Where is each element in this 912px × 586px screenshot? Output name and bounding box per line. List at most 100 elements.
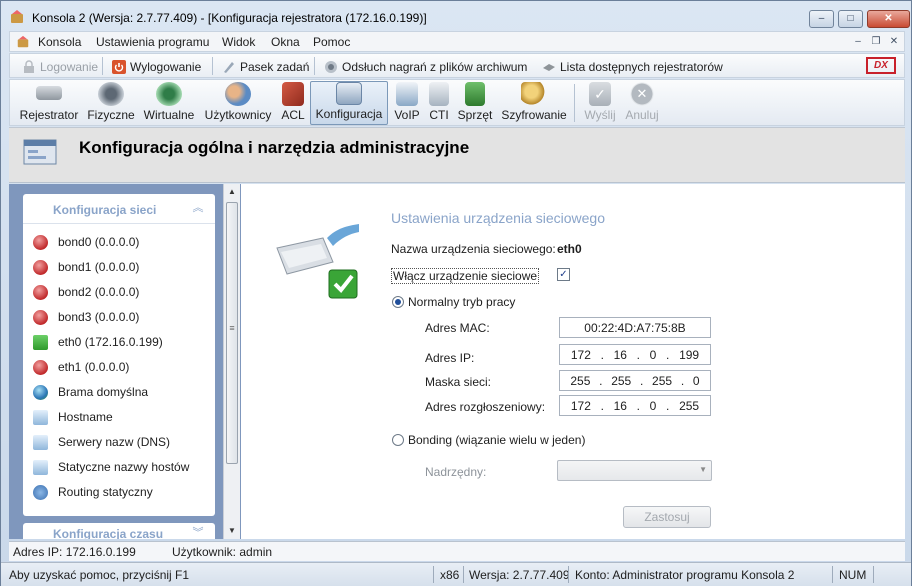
recorder-list-label: Lista dostępnych rejestratorów <box>560 59 723 74</box>
tab-sprzet-label: Sprzęt <box>457 108 493 122</box>
status-separator <box>463 566 464 583</box>
mdi-minimize-button[interactable]: – <box>850 35 866 49</box>
sidebar-item-static-hosts[interactable]: Statyczne nazwy hostów <box>33 457 189 477</box>
tab-konfiguracja[interactable]: Konfiguracja <box>310 81 388 125</box>
close-button[interactable]: ✕ <box>867 10 910 28</box>
tab-sprzet[interactable]: Sprzęt <box>454 81 496 125</box>
tab-konfiguracja-label: Konfiguracja <box>315 107 383 121</box>
mdi-close-button[interactable]: ✕ <box>886 35 902 49</box>
panel-title: Konfiguracja sieci <box>53 203 157 217</box>
tab-voip[interactable]: VoIP <box>390 81 424 125</box>
sidebar-item-static-routing[interactable]: Routing statyczny <box>33 482 153 502</box>
document-icon <box>33 409 48 425</box>
apply-button[interactable]: Zastosuj <box>623 506 711 528</box>
cancel-icon: ✕ <box>630 82 654 106</box>
scroll-down-arrow[interactable]: ▼ <box>224 523 240 539</box>
enable-device-checkbox[interactable]: ✓ <box>557 268 570 281</box>
sidebar: Konfiguracja sieci ︽ bond0 (0.0.0.0) bon… <box>9 184 241 539</box>
mac-value: 00:22:4D:A7:75:8B <box>584 320 686 335</box>
cancel-button[interactable]: ✕ Anuluj <box>622 81 662 125</box>
scroll-up-arrow[interactable]: ▲ <box>224 184 240 200</box>
master-select[interactable]: ▼ <box>557 460 712 481</box>
broadcast-octet: 255 <box>679 398 700 413</box>
ok-icon <box>33 334 48 350</box>
enable-device-label[interactable]: Włącz urządzenie sieciowe <box>391 268 540 284</box>
mask-field[interactable]: 255. 255. 255. 0 <box>559 370 711 391</box>
tab-wirtualne[interactable]: Wirtualne <box>138 81 200 125</box>
menu-ustawienia-programu[interactable]: Ustawienia programu <box>96 35 209 49</box>
mac-field[interactable]: 00:22:4D:A7:75:8B <box>559 317 711 338</box>
taskbar-button[interactable]: Pasek zadań <box>222 58 309 75</box>
tab-cti[interactable]: CTI <box>424 81 454 125</box>
status-version: Wersja: 2.7.77.409 <box>469 568 570 582</box>
toolbar-main: Rejestrator Fizyczne Wirtualne Użytkowni… <box>9 79 905 126</box>
ip-field[interactable]: 172. 16. 0. 199 <box>559 344 711 365</box>
status-bar: Aby uzyskać pomoc, przyciśnij F1 x86 Wer… <box>1 562 911 586</box>
config-icon <box>336 82 362 105</box>
mask-octet: 255 <box>652 373 673 388</box>
ip-label: Adres IP: <box>425 351 475 365</box>
sidebar-scrollbar[interactable]: ▲ ≡ ▼ <box>223 184 240 539</box>
tab-szyfrowanie[interactable]: Szyfrowanie <box>496 81 572 125</box>
status-separator <box>873 566 874 583</box>
menu-bar: Konsola Ustawienia programu Widok Okna P… <box>9 31 905 52</box>
brand-logo: DX <box>866 57 896 74</box>
sidebar-item-label: bond2 (0.0.0.0) <box>58 285 140 299</box>
tab-uzytkownicy[interactable]: Użytkownicy <box>200 81 276 125</box>
tab-rejestrator[interactable]: Rejestrator <box>14 81 84 125</box>
recorder-icon <box>36 86 62 100</box>
speaker-icon <box>98 82 124 106</box>
panel-header[interactable]: Konfiguracja sieci ︽ <box>23 194 215 224</box>
normal-mode-label: Normalny tryb pracy <box>408 295 516 309</box>
chevron-down-icon[interactable]: ︾ <box>191 526 205 539</box>
mdi-restore-button[interactable]: ❐ <box>868 35 884 49</box>
taskbar-label: Pasek zadań <box>240 59 310 74</box>
time-config-panel[interactable]: Konfiguracja czasu ︾ <box>23 523 215 539</box>
error-icon <box>33 234 48 250</box>
sidebar-item-label: bond1 (0.0.0.0) <box>58 260 140 274</box>
broadcast-label: Adres rozgłoszeniowy: <box>425 400 546 414</box>
status-account: Konto: Administrator programu Konsola 2 <box>575 568 795 582</box>
sidebar-item-dns[interactable]: Serwery nazw (DNS) <box>33 432 170 452</box>
app-menu-icon[interactable] <box>16 35 30 49</box>
device-name-value: eth0 <box>557 242 582 256</box>
archive-playback-button[interactable]: Odsłuch nagrań z plików archiwum <box>324 58 527 75</box>
sidebar-item-bond0[interactable]: bond0 (0.0.0.0) <box>33 232 139 252</box>
mask-label: Maska sieci: <box>425 375 492 389</box>
mac-label: Adres MAC: <box>425 321 490 335</box>
normal-mode-radio[interactable] <box>392 296 404 308</box>
power-icon <box>112 59 126 74</box>
network-cable-icon <box>276 224 359 299</box>
minimize-button[interactable]: – <box>809 10 834 28</box>
tab-wirtualne-label: Wirtualne <box>143 108 195 122</box>
device-icon <box>543 63 555 71</box>
ip-octet: 16 <box>613 347 627 362</box>
maximize-button[interactable]: □ <box>838 10 863 28</box>
check-icon: ✓ <box>589 82 611 106</box>
sidebar-item-hostname[interactable]: Hostname <box>33 407 113 427</box>
status-separator <box>832 566 833 583</box>
tab-acl[interactable]: ACL <box>276 81 310 125</box>
sidebar-item-bond2[interactable]: bond2 (0.0.0.0) <box>33 282 139 302</box>
menu-pomoc[interactable]: Pomoc <box>313 35 350 49</box>
logout-button[interactable]: Wylogowanie <box>112 58 201 75</box>
chevron-up-icon[interactable]: ︽ <box>191 201 205 215</box>
broadcast-field[interactable]: 172. 16. 0. 255 <box>559 395 711 416</box>
menu-okna[interactable]: Okna <box>271 35 300 49</box>
sidebar-item-gateway[interactable]: Brama domyślna <box>33 382 148 402</box>
sidebar-item-eth0[interactable]: eth0 (172.16.0.199) <box>33 332 163 352</box>
sidebar-item-bond3[interactable]: bond3 (0.0.0.0) <box>33 307 139 327</box>
scroll-thumb[interactable]: ≡ <box>226 202 238 464</box>
sidebar-item-bond1[interactable]: bond1 (0.0.0.0) <box>33 257 139 277</box>
sidebar-item-label: Brama domyślna <box>58 385 149 399</box>
send-button[interactable]: ✓ Wyślij <box>580 81 620 125</box>
login-button[interactable]: Logowanie <box>22 58 98 75</box>
menu-konsola[interactable]: Konsola <box>38 35 81 49</box>
recorder-list-button[interactable]: Lista dostępnych rejestratorów <box>542 58 723 75</box>
broadcast-octet: 0 <box>649 398 657 413</box>
sidebar-item-eth1[interactable]: eth1 (0.0.0.0) <box>33 357 129 377</box>
bonding-radio[interactable] <box>392 434 404 446</box>
tab-fizyczne[interactable]: Fizyczne <box>84 81 138 125</box>
archive-playback-label: Odsłuch nagrań z plików archiwum <box>342 59 528 74</box>
menu-widok[interactable]: Widok <box>222 35 255 49</box>
